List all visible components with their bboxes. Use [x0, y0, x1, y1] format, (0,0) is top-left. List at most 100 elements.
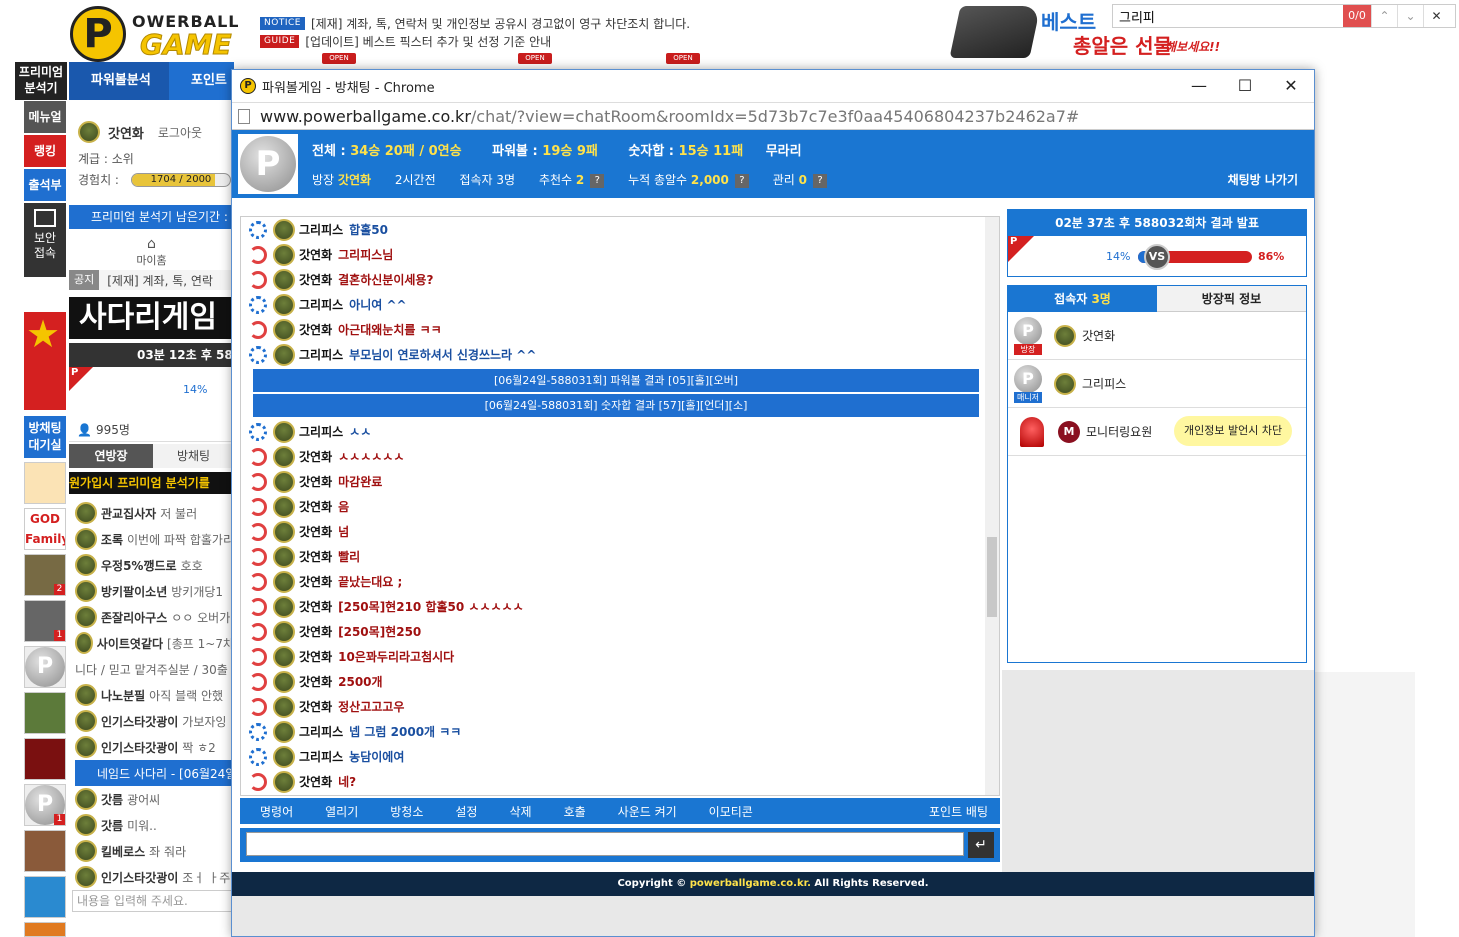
chat-username[interactable]: 그리피스 — [299, 296, 343, 313]
window-titlebar[interactable]: P 파워볼게임 - 방채팅 - Chrome — ☐ ✕ — [232, 70, 1314, 102]
maximize-button[interactable]: ☐ — [1222, 70, 1268, 102]
guide-line[interactable]: GUIDE [업데이트] 베스트 픽스터 추가 및 선정 기준 안내 — [260, 33, 551, 49]
thumb-god-family[interactable]: GOD Family — [24, 508, 66, 550]
thumb-art[interactable] — [24, 830, 66, 872]
chat-username[interactable]: 갓연화 — [299, 773, 332, 790]
list-item[interactable]: 조록 이번에 파짝 합홀가리 — [69, 526, 234, 552]
list-item[interactable]: 네임드 사다리 - [06월24일 — [75, 760, 234, 786]
chat-wait-nav[interactable]: 방채팅 대기실 — [24, 416, 66, 458]
list-item[interactable]: 갓름 광어씨 — [69, 786, 234, 812]
tab-owner-pick[interactable]: 방장픽 정보 — [1157, 286, 1306, 312]
footer-site[interactable]: powerballgame.co.kr. — [690, 878, 811, 889]
send-enter-button[interactable]: ↵ — [968, 832, 994, 858]
list-username[interactable]: 갓름 — [101, 817, 123, 834]
chat-input[interactable] — [246, 832, 964, 856]
list-username[interactable]: 킬베로스 — [101, 843, 145, 860]
list-item[interactable]: 니다 / 믿고 맡겨주실분 / 30출 — [69, 656, 234, 682]
tab-users[interactable]: 접속자 3명 — [1008, 286, 1157, 312]
list-item[interactable]: 킬베로스 좌 줘라 — [69, 838, 234, 864]
thumb-fish[interactable]: 2 — [24, 554, 66, 596]
help-icon[interactable]: ? — [590, 173, 605, 188]
premium-nav[interactable]: 프리미엄 분석기 — [15, 62, 67, 100]
notice-text[interactable]: [제재] 계좌, 톡, 연락처 및 개인정보 공유시 경고없이 영구 차단조치 … — [311, 15, 690, 32]
list-item[interactable]: 우정5%깽드로 호호 — [69, 552, 234, 578]
chat-username[interactable]: 그리피스 — [299, 723, 343, 740]
myhome-link[interactable]: ⌂ 마이홈 — [69, 232, 234, 268]
list-item[interactable]: 나노분필 아직 블랙 안했 — [69, 682, 234, 708]
list-username[interactable]: 사이트엿같다 — [97, 635, 163, 652]
address-bar[interactable]: www.powerballgame.co.kr/chat/?view=chatR… — [232, 102, 1314, 130]
list-username[interactable]: 나노분필 — [101, 687, 145, 704]
toolbar-button[interactable]: 방청소 — [390, 803, 423, 820]
list-username[interactable]: 우정5%깽드로 — [101, 557, 177, 574]
list-item[interactable]: 존잘리아구스 ㅇㅇ 오버가 — [69, 604, 234, 630]
find-prev-button[interactable]: ⌃ — [1371, 5, 1397, 27]
toolbar-button[interactable]: 삭제 — [509, 803, 531, 820]
notice-ticker[interactable]: 공지 [제재] 계좌, 톡, 연락 — [69, 270, 234, 290]
notice-line[interactable]: NOTICE [제재] 계좌, 톡, 연락처 및 개인정보 공유시 경고없이 영… — [260, 15, 690, 31]
thumb-avatar[interactable]: P1 — [24, 784, 66, 826]
list-username[interactable]: 존잘리아구스 — [101, 609, 167, 626]
list-item[interactable]: 방키팔이소년 방키개당1 — [69, 578, 234, 604]
help-icon[interactable]: ? — [734, 173, 749, 188]
chat-username[interactable]: 갓연화 — [299, 498, 332, 515]
help-icon[interactable]: ? — [813, 173, 827, 188]
room-owner-avatar[interactable]: P — [238, 134, 298, 194]
find-input[interactable] — [1113, 6, 1343, 26]
thumb-cartoon[interactable] — [24, 876, 66, 918]
list-item[interactable]: 인기스타갓광이 조ㅓ ㅏ주 — [69, 864, 234, 890]
thumb-char[interactable] — [24, 462, 66, 504]
chat-username[interactable]: 갓연화 — [299, 648, 332, 665]
list-username[interactable]: 인기스타갓광이 — [101, 713, 178, 730]
list-username[interactable]: 인기스타갓광이 — [101, 739, 178, 756]
toolbar-button[interactable]: 이모티콘 — [709, 803, 753, 820]
ladder-banner[interactable]: 사다리게임 — [69, 297, 234, 339]
find-next-button[interactable]: ⌄ — [1397, 5, 1423, 27]
logout-link[interactable]: 로그아웃 — [158, 124, 202, 141]
chat-username[interactable]: 갓연화 — [299, 473, 332, 490]
chat-scrollbar[interactable] — [985, 217, 999, 795]
close-button[interactable]: ✕ — [1268, 70, 1314, 102]
thumb-flowers[interactable] — [24, 692, 66, 734]
list-username[interactable]: 갓름 — [101, 791, 123, 808]
chat-username[interactable]: 그리피스 — [299, 423, 343, 440]
tab-room-chat[interactable]: 방채팅 — [153, 444, 234, 468]
chat-username[interactable]: 그리피스 — [299, 346, 343, 363]
minimize-button[interactable]: — — [1176, 70, 1222, 102]
toolbar-button[interactable]: 열리기 — [325, 803, 358, 820]
tab-point[interactable]: 포인트 — [169, 62, 227, 100]
chat-username[interactable]: 갓연화 — [299, 548, 332, 565]
chat-username[interactable]: 갓연화 — [299, 598, 332, 615]
tab-powerball-analysis[interactable]: 파워볼분석 — [69, 62, 169, 100]
chat-username[interactable]: 갓연화 — [299, 673, 332, 690]
chat-username[interactable]: 갓연화 — [299, 321, 332, 338]
chat-username[interactable]: 갓연화 — [299, 623, 332, 640]
event-banner[interactable]: ★ — [24, 312, 66, 410]
chat-username[interactable]: 갓연화 — [299, 698, 332, 715]
chat-username[interactable]: 갓연화 — [299, 246, 332, 263]
toolbar-button[interactable]: 사운드 켜기 — [618, 803, 677, 820]
tab-room-owner[interactable]: 연방장 — [69, 444, 153, 468]
toolbar-button[interactable]: 포인트 배팅 — [929, 803, 988, 820]
exit-room-button[interactable]: 채팅방 나가기 — [1228, 171, 1298, 188]
chat-username[interactable]: 갓연화 — [299, 448, 332, 465]
list-username[interactable]: 조록 — [101, 531, 123, 548]
toolbar-button[interactable]: 명령어 — [260, 803, 293, 820]
list-item[interactable]: 인기스타갓광이 짝 ㅎ2 — [69, 734, 234, 760]
thumb-lock-red[interactable] — [24, 738, 66, 780]
scrollbar-thumb[interactable] — [987, 537, 997, 617]
chat-message-area[interactable]: 그리피스 합홀50 갓연화 그리피스님 갓연화 결혼하신분이세용? 그리피스 아니여 ^^ 갓연… — [240, 216, 1000, 796]
secure-nav[interactable]: 보안 접속 — [24, 203, 66, 277]
toolbar-button[interactable]: 설정 — [455, 803, 477, 820]
chat-username[interactable]: 갓연화 — [299, 271, 332, 288]
manual-nav[interactable]: 메뉴얼 — [24, 101, 66, 133]
thumb-avatar[interactable]: P — [24, 646, 66, 688]
list-item[interactable]: 갓름 미워.. — [69, 812, 234, 838]
thumb-partial[interactable] — [24, 922, 66, 937]
lobby-chat-input[interactable]: 내용을 입력해 주세요. — [72, 890, 234, 912]
list-item[interactable]: 사이트엿같다 [총프 1~7차 — [69, 630, 234, 656]
chat-username[interactable]: 그리피스 — [299, 748, 343, 765]
user-row[interactable]: P 방장 갓연화 — [1008, 312, 1306, 360]
list-item[interactable]: 관교집사자 저 불러 — [69, 500, 234, 526]
chat-username[interactable]: 갓연화 — [299, 573, 332, 590]
